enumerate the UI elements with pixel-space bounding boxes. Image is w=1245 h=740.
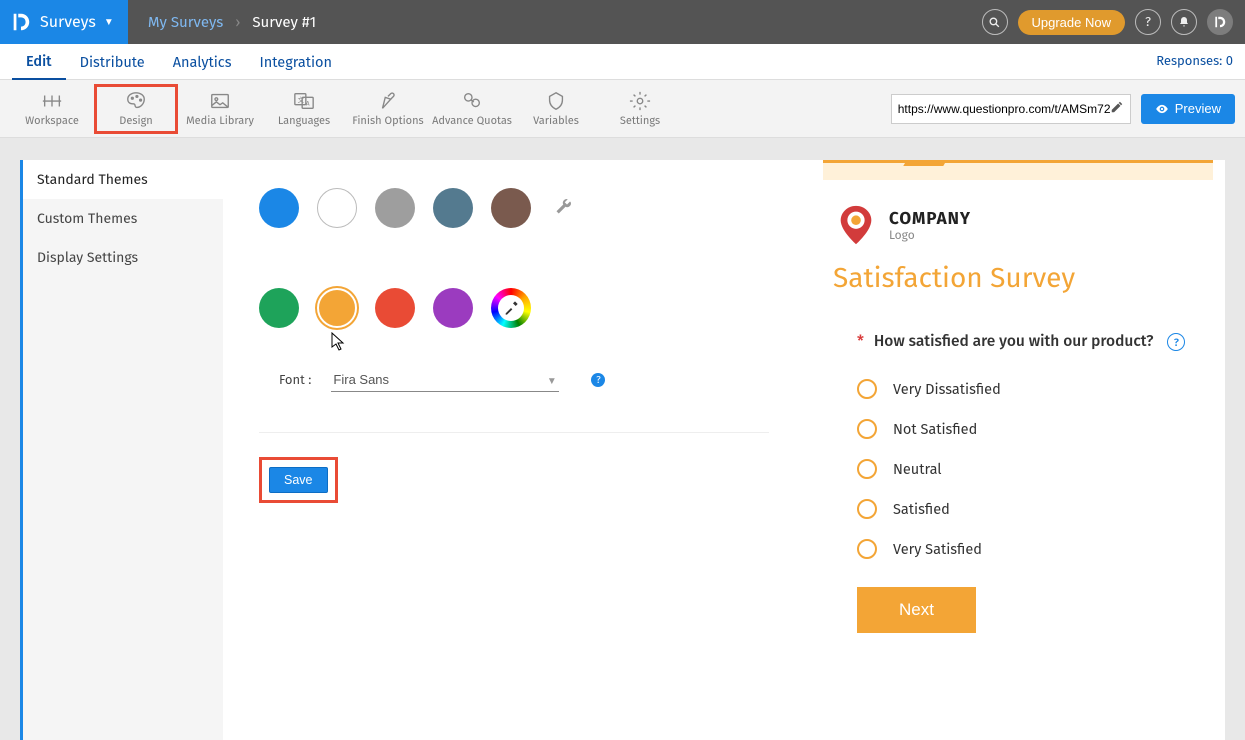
theme-swatch-white[interactable] <box>317 188 357 228</box>
theme-swatch-blue[interactable] <box>259 188 299 228</box>
breadcrumb: My Surveys › Survey #1 <box>128 13 316 31</box>
swatch-row-2 <box>259 288 769 328</box>
workarea: Standard Themes Custom Themes Display Se… <box>0 138 1245 740</box>
radio-icon <box>857 539 877 559</box>
theme-swatch-brown[interactable] <box>491 188 531 228</box>
brand-title: Surveys <box>40 13 96 32</box>
theme-swatch-orange[interactable] <box>317 288 357 328</box>
option-not-satisfied[interactable]: Not Satisfied <box>857 409 1197 449</box>
divider <box>259 432 769 433</box>
radio-icon <box>857 499 877 519</box>
map-pin-icon <box>833 202 879 248</box>
eyedropper-icon <box>503 300 519 316</box>
tool-workspace[interactable]: Workspace <box>10 84 94 134</box>
save-button[interactable]: Save <box>269 467 328 493</box>
tab-distribute[interactable]: Distribute <box>66 44 159 80</box>
theme-swatch-custom-color[interactable] <box>491 288 531 328</box>
theme-swatch-red[interactable] <box>375 288 415 328</box>
brand-menu[interactable]: Surveys ▼ <box>0 0 128 44</box>
font-selector-row: Font : ▼ ? <box>279 368 769 392</box>
svg-text:A: A <box>306 100 310 108</box>
help-icon[interactable]: ? <box>591 373 605 387</box>
preview-button[interactable]: Preview <box>1141 94 1235 124</box>
required-asterisk: * <box>857 333 864 351</box>
theme-swatch-green[interactable] <box>259 288 299 328</box>
survey-url-input[interactable] <box>898 102 1110 116</box>
tab-integration[interactable]: Integration <box>246 44 347 80</box>
wrench-icon[interactable] <box>555 197 573 220</box>
sidebar-item-custom-themes[interactable]: Custom Themes <box>23 199 223 238</box>
option-very-satisfied[interactable]: Very Satisfied <box>857 529 1197 569</box>
responses-count[interactable]: Responses: 0 <box>1156 54 1233 69</box>
theme-swatch-slate[interactable] <box>433 188 473 228</box>
upgrade-button[interactable]: Upgrade Now <box>1018 10 1126 35</box>
tool-media-library[interactable]: Media Library <box>178 84 262 134</box>
tool-design[interactable]: Design <box>94 84 178 134</box>
company-logo: COMPANY Logo <box>823 188 1213 258</box>
help-icon[interactable]: ? <box>1135 9 1161 35</box>
design-panel: Standard Themes Custom Themes Display Se… <box>20 160 1225 740</box>
cursor-icon <box>331 332 347 352</box>
radio-icon <box>857 419 877 439</box>
font-select[interactable] <box>331 368 559 392</box>
question-help-icon[interactable]: ? <box>1167 333 1185 351</box>
tool-settings[interactable]: Settings <box>598 84 682 134</box>
option-very-dissatisfied[interactable]: Very Dissatisfied <box>857 369 1197 409</box>
company-sub: Logo <box>889 229 971 243</box>
company-name: COMPANY <box>889 208 971 229</box>
next-button[interactable]: Next <box>857 587 976 633</box>
eye-icon <box>1155 102 1169 116</box>
breadcrumb-parent[interactable]: My Surveys <box>148 13 223 31</box>
caret-down-icon[interactable]: ▼ <box>547 375 557 387</box>
chevron-right-icon: › <box>235 13 240 31</box>
question-card: * How satisfied are you with our product… <box>841 313 1213 659</box>
option-neutral[interactable]: Neutral <box>857 449 1197 489</box>
tool-advance-quotas[interactable]: Advance Quotas <box>430 84 514 134</box>
caret-down-icon: ▼ <box>104 16 114 28</box>
question-text: * How satisfied are you with our product… <box>857 333 1197 351</box>
sidebar-item-display-settings[interactable]: Display Settings <box>23 238 223 277</box>
font-label: Font : <box>279 373 311 388</box>
swatch-row-1 <box>259 188 769 228</box>
survey-title: Satisfaction Survey <box>823 258 1213 313</box>
notifications-icon[interactable] <box>1171 9 1197 35</box>
tab-analytics[interactable]: Analytics <box>159 44 246 80</box>
tab-edit[interactable]: Edit <box>12 44 66 80</box>
app-logo-icon <box>10 11 32 33</box>
breadcrumb-current: Survey #1 <box>252 13 316 31</box>
design-side-nav: Standard Themes Custom Themes Display Se… <box>23 160 223 740</box>
save-highlight: Save <box>259 457 338 503</box>
survey-preview: COMPANY Logo Satisfaction Survey * How s… <box>805 160 1225 740</box>
edit-toolbar: Workspace Design Media Library 文A Langua… <box>0 80 1245 138</box>
answer-options: Very Dissatisfied Not Satisfied Neutral … <box>857 369 1197 569</box>
theme-editor: Font : ▼ ? Save <box>223 160 805 740</box>
radio-icon <box>857 379 877 399</box>
tool-languages[interactable]: 文A Languages <box>262 84 346 134</box>
profile-icon[interactable] <box>1207 9 1233 35</box>
svg-text:文: 文 <box>298 95 305 104</box>
tool-variables[interactable]: Variables <box>514 84 598 134</box>
option-satisfied[interactable]: Satisfied <box>857 489 1197 529</box>
sidebar-item-standard-themes[interactable]: Standard Themes <box>20 160 223 199</box>
theme-swatch-purple[interactable] <box>433 288 473 328</box>
main-tabs: Edit Distribute Analytics Integration Re… <box>0 44 1245 80</box>
tool-finish-options[interactable]: Finish Options <box>346 84 430 134</box>
preview-header-bar <box>823 160 1213 180</box>
radio-icon <box>857 459 877 479</box>
search-icon[interactable] <box>982 9 1008 35</box>
survey-url-field[interactable] <box>891 94 1131 124</box>
pencil-icon[interactable] <box>1110 100 1124 118</box>
theme-swatch-gray[interactable] <box>375 188 415 228</box>
top-bar: Surveys ▼ My Surveys › Survey #1 Upgrade… <box>0 0 1245 44</box>
